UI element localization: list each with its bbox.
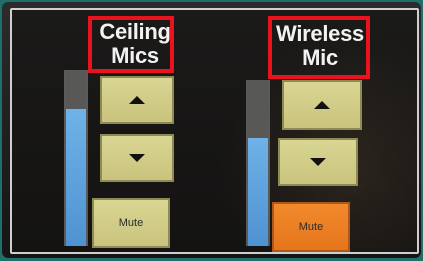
down-arrow-icon xyxy=(129,154,145,162)
wireless-mic-highlight-box xyxy=(268,16,370,79)
ceiling-mics-volume-down-button[interactable] xyxy=(100,134,174,182)
wireless-mic-level-meter xyxy=(246,80,270,246)
ceiling-mics-mute-button[interactable]: Mute xyxy=(92,198,170,248)
ceiling-mics-level-fill xyxy=(66,108,86,246)
up-arrow-icon xyxy=(129,96,145,104)
wireless-mic-volume-up-button[interactable] xyxy=(282,80,362,130)
wireless-mic-level-fill xyxy=(248,138,268,246)
down-arrow-icon xyxy=(310,158,326,166)
audio-control-screen: Ceiling Mics Mute Wireless Mic Mute xyxy=(10,8,419,254)
up-arrow-icon xyxy=(314,101,330,109)
ceiling-mics-level-meter xyxy=(64,70,88,246)
ceiling-mics-mute-label: Mute xyxy=(118,217,144,229)
wireless-mic-volume-down-button[interactable] xyxy=(278,138,358,186)
wireless-mic-mute-button[interactable]: Mute xyxy=(272,202,350,252)
ceiling-mics-highlight-box xyxy=(88,16,174,73)
ceiling-mics-volume-up-button[interactable] xyxy=(100,76,174,124)
wireless-mic-mute-label: Mute xyxy=(298,221,324,233)
